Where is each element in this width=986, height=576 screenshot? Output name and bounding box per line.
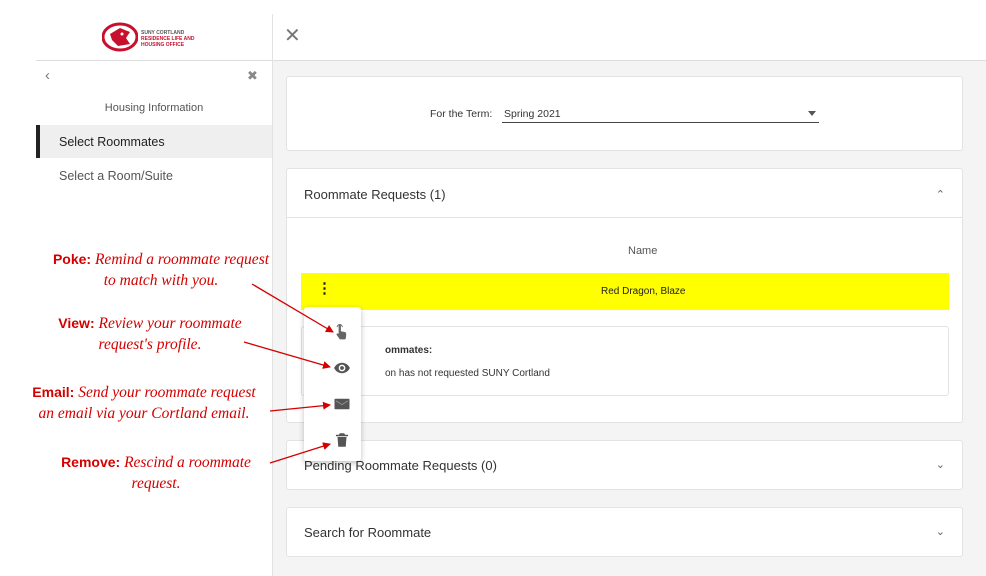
roommate-name: Red Dragon, Blaze	[601, 286, 686, 297]
sidebar-item-select-room[interactable]: Select a Room/Suite	[59, 169, 295, 183]
chevron-left-icon[interactable]: ‹	[45, 67, 50, 84]
chevron-down-icon[interactable]: ⌄	[936, 525, 945, 538]
chevron-down-icon[interactable]: ⌄	[936, 458, 945, 471]
term-select-value: Spring 2021	[504, 108, 561, 120]
info-heading: ommates:	[385, 345, 433, 356]
close-icon[interactable]: ✖	[247, 68, 258, 84]
suny-cortland-logo: SUNY CORTLAND RESIDENCE LIFE AND HOUSING…	[101, 22, 202, 56]
annotation-remove: Remove: Rescind a roommate request.	[40, 452, 272, 494]
row-action-menu	[304, 307, 361, 461]
search-roommate-card[interactable]: Search for Roommate ⌄	[286, 507, 963, 557]
dropdown-caret-icon	[808, 111, 816, 116]
roommate-requests-title[interactable]: Roommate Requests (1)	[304, 187, 446, 202]
sidebar-item-label: Select Roommates	[59, 135, 165, 149]
annotation-text: Send your roommate request	[78, 384, 256, 401]
annotation-title: View:	[58, 315, 95, 331]
search-roommate-title[interactable]: Search for Roommate	[304, 525, 431, 540]
annotation-text: request.	[131, 475, 181, 492]
pending-requests-card[interactable]: Pending Roommate Requests (0) ⌄	[286, 440, 963, 490]
term-label: For the Term:	[430, 108, 493, 120]
eye-icon[interactable]	[333, 359, 353, 379]
kebab-icon[interactable]: ⋮	[317, 281, 332, 296]
roommate-info-box: ommates: on has not requested SUNY Cortl…	[301, 326, 949, 396]
annotation-text: Remind a roommate request	[94, 251, 270, 268]
dragon-logo-icon	[101, 22, 139, 52]
annotation-text: to match with you.	[103, 272, 219, 289]
trash-icon[interactable]	[333, 431, 353, 451]
table-row: ⋮ Red Dragon, Blaze	[301, 273, 949, 310]
annotation-text: Review your roommate	[98, 315, 242, 332]
mail-icon[interactable]	[333, 395, 353, 415]
sidebar-item-housing-information[interactable]: Housing Information	[36, 102, 272, 114]
info-text: on has not requested SUNY Cortland	[385, 368, 550, 379]
term-card: For the Term: Spring 2021	[286, 76, 963, 151]
column-header-name: Name	[628, 245, 658, 257]
card-divider	[287, 217, 962, 218]
annotation-text: request's profile.	[98, 336, 202, 353]
sidebar-divider	[36, 60, 272, 61]
annotation-email: Email: Send your roommate request an ema…	[8, 382, 280, 424]
annotation-view: View: Review your roommate request's pro…	[30, 313, 270, 355]
annotation-poke: Poke: Remind a roommate request to match…	[30, 249, 292, 291]
sidebar-item-select-roommates[interactable]: Select Roommates	[36, 125, 272, 158]
annotation-text: an email via your Cortland email.	[38, 405, 250, 422]
term-select[interactable]: Spring 2021	[502, 104, 819, 123]
close-icon[interactable]: ✕	[284, 23, 301, 48]
chevron-up-icon[interactable]: ⌃	[936, 188, 945, 201]
annotation-title: Email:	[32, 384, 75, 400]
poke-icon[interactable]	[333, 323, 353, 343]
annotation-text: Rescind a roommate	[124, 454, 251, 471]
logo-line-3: HOUSING OFFICE	[141, 42, 185, 48]
annotation-title: Poke:	[52, 251, 92, 267]
annotation-title: Remove:	[61, 454, 121, 470]
roommate-requests-card: Roommate Requests (1) ⌃ Name ⋮ Red Drago…	[286, 168, 963, 423]
